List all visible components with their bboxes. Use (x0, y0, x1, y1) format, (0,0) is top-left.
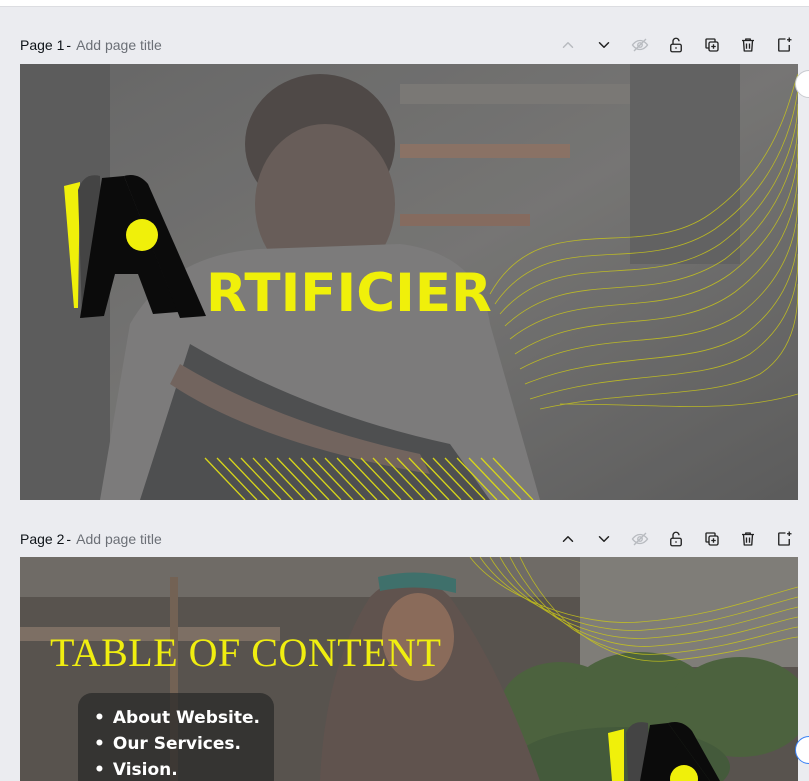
page-2-header: Page 2- Add page title (20, 525, 798, 553)
lock-page-button[interactable] (662, 31, 690, 59)
move-down-button[interactable] (590, 525, 618, 553)
page-2-title[interactable]: Page 2- Add page title (20, 531, 162, 547)
move-up-button[interactable] (554, 31, 582, 59)
move-up-button[interactable] (554, 525, 582, 553)
duplicate-page-button[interactable] (698, 525, 726, 553)
title-separator: - (66, 37, 72, 53)
duplicate-icon (705, 38, 719, 52)
slide-1[interactable]: RTIFICIER (20, 64, 798, 500)
trash-icon (742, 532, 754, 546)
page-1-toolbar (554, 31, 798, 59)
page-2-toolbar (554, 525, 798, 553)
add-page-button[interactable] (770, 525, 798, 553)
top-divider (0, 0, 809, 7)
add-page-title[interactable]: Add page title (76, 37, 162, 53)
page-number: Page 2 (20, 531, 65, 547)
title-separator: - (66, 531, 72, 547)
lock-page-button[interactable] (662, 525, 690, 553)
chevron-down-icon (598, 42, 610, 48)
add-page-button[interactable] (770, 31, 798, 59)
add-page-icon (778, 37, 792, 52)
hide-icon (631, 38, 649, 52)
duplicate-icon (705, 532, 719, 546)
toc-item: About Website. (94, 705, 260, 731)
hide-page-button[interactable] (626, 525, 654, 553)
page-number: Page 1 (20, 37, 65, 53)
delete-page-button[interactable] (734, 525, 762, 553)
toc-list: About Website. Our Services. Vision. (94, 705, 260, 781)
move-down-button[interactable] (590, 31, 618, 59)
slide-2[interactable]: TABLE OF CONTENT About Website. Our Serv… (20, 557, 798, 781)
duplicate-page-button[interactable] (698, 31, 726, 59)
add-page-icon (778, 531, 792, 546)
trash-icon (742, 38, 754, 52)
toc-item: Our Services. (94, 731, 260, 757)
hide-page-button[interactable] (626, 31, 654, 59)
delete-page-button[interactable] (734, 31, 762, 59)
hide-icon (631, 532, 649, 546)
chevron-up-icon (562, 536, 574, 542)
toc-item: Vision. (94, 757, 260, 781)
chevron-up-icon (562, 42, 574, 48)
page-1-title[interactable]: Page 1- Add page title (20, 37, 162, 53)
lock-icon (670, 37, 682, 53)
toc-heading: TABLE OF CONTENT (50, 630, 442, 675)
page-1-header: Page 1- Add page title (20, 31, 798, 59)
chevron-down-icon (598, 536, 610, 542)
brand-wordmark: RTIFICIER (206, 263, 492, 324)
lock-icon (670, 531, 682, 547)
add-page-title[interactable]: Add page title (76, 531, 162, 547)
